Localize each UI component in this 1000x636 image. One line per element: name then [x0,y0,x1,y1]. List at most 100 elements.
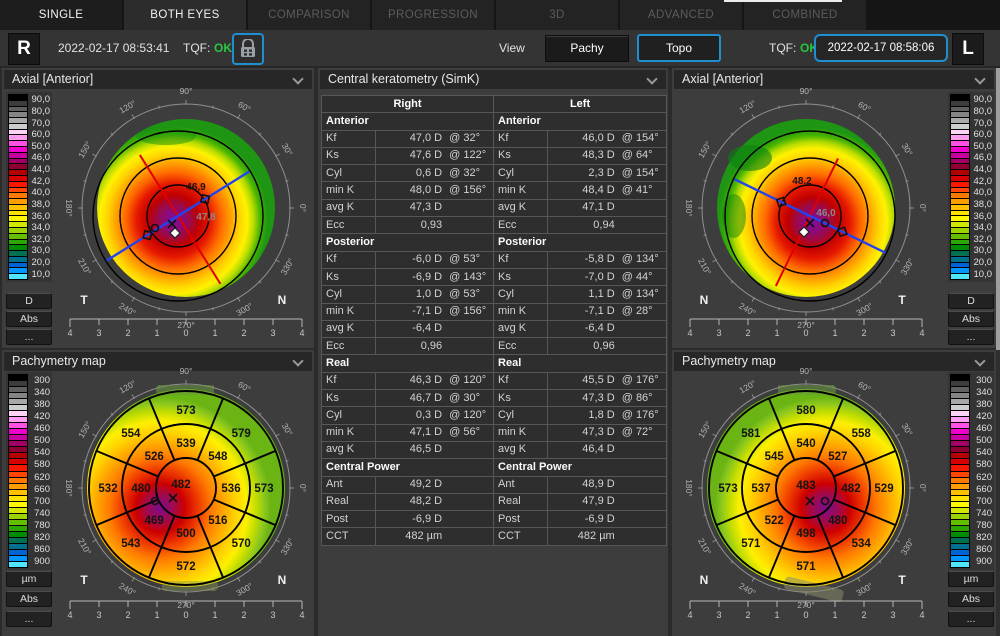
keratometry-select[interactable]: Central keratometry (SimK) [320,70,666,89]
unit-button[interactable]: D [6,293,52,309]
zone-value: 534 [852,538,872,550]
abs-button[interactable]: Abs [6,311,52,327]
tab-single[interactable]: SINGLE [0,0,122,30]
vertical-scrollbar[interactable] [996,68,1000,636]
pachy-view-button[interactable]: Pachy [545,35,629,62]
scale-label: 80,0 [970,106,992,118]
param-value: -7,1 D@ 156° [376,303,494,320]
param-value: 45,5 D@ 176° [548,372,667,389]
angle-label: 60° [856,99,872,114]
pachy-color-scale: 3003403804204605005405806206607007407808… [948,372,994,570]
param-label: Ant [494,476,548,493]
lock-button[interactable] [232,33,264,65]
ruler-label: 3 [890,328,895,336]
right-exam-datetime: 2022-02-17 08:53:41 [58,30,169,66]
left-exam-datetime-select[interactable]: 2022-02-17 08:58:06 [814,34,948,62]
param-value: 46,0 D@ 154° [548,130,667,147]
zone-value: 554 [121,428,141,440]
right-eye-button[interactable]: R [8,33,40,65]
param-value: 47,3 D@ 86° [548,390,667,407]
mm-ruler: 432101234 [687,319,924,336]
more-options-button[interactable]: ... [6,329,52,345]
param-label: Cyl [322,407,376,424]
scale-label: 420 [970,410,992,422]
more-options-button[interactable]: ... [948,611,994,627]
more-options-button[interactable]: ... [948,329,994,345]
zone-value: 580 [796,405,815,417]
param-label: Ks [494,147,548,164]
ruler-label: 4 [919,610,924,620]
axial-topography-map-right-eye: 90°60°30°0°330°300°270°240°210°180°150°1… [54,84,318,336]
angle-label: 180° [64,479,74,497]
chevron-down-icon [974,355,985,366]
scrollbar-thumb[interactable] [996,68,1000,350]
tab-3d[interactable]: 3D [496,0,618,30]
zone-value: 548 [208,451,228,463]
section-row: PosteriorPosterior [322,234,667,251]
scale-band [951,274,969,279]
section-header: Real [494,355,667,372]
scale-band [9,562,27,567]
abs-button[interactable]: Abs [948,311,994,327]
section-header: Central Power [322,459,494,476]
param-value: 1,1 D@ 134° [548,286,667,303]
scale-label: 300 [28,374,50,386]
scale-label: 860 [28,544,50,556]
more-options-button[interactable]: ... [6,611,52,627]
angle-label: 90° [180,86,193,96]
section-row: Central PowerCentral Power [322,459,667,476]
param-label: min K [322,424,376,441]
tqf-left-label: TQF: [769,30,796,66]
unit-button[interactable]: µm [948,571,994,587]
scale-label: 70,0 [970,117,992,129]
scale-label: 740 [28,507,50,519]
tab-advanced[interactable]: ADVANCED [620,0,742,30]
tab-bar: SINGLEBOTH EYESCOMPARISONPROGRESSION3DAD… [0,0,1000,30]
topo-view-button[interactable]: Topo [637,34,721,62]
zone-value: 522 [765,515,784,527]
scale-label: 20,0 [28,257,50,269]
param-value: -6,9 D [376,511,494,528]
zone-value: 570 [232,538,251,550]
zone-value: 573 [254,483,273,495]
angle-label: 120° [737,98,757,115]
lock-icon [239,39,257,59]
angle-label: 180° [64,199,74,217]
zone-value: 500 [176,528,195,540]
nasal-label: N [278,573,287,587]
param-value: 1,0 D@ 53° [376,286,494,303]
ruler-label: 4 [919,328,924,336]
scale-label: 70,0 [28,117,50,129]
scale-label: 32,0 [28,234,50,246]
abs-button[interactable]: Abs [6,591,52,607]
axial-topography-map-left-eye: 90°60°30°0°330°300°270°240°210°180°150°1… [674,84,938,336]
tab-both-eyes[interactable]: BOTH EYES [124,0,246,30]
param-value: 47,1 D@ 56° [376,424,494,441]
unit-button[interactable]: D [948,293,994,309]
table-row: avg K46,5 Davg K46,4 D [322,441,667,458]
param-label: avg K [494,320,548,337]
scale-label: 42,0 [970,175,992,187]
ruler-label: 1 [212,328,217,336]
param-label: Ks [494,268,548,285]
scale-label: 340 [28,386,50,398]
scale-label: 30,0 [28,245,50,257]
zone-value: 573 [718,483,737,495]
param-label: min K [494,182,548,199]
tab-combined[interactable]: COMBINED [744,0,866,30]
tab-comparison[interactable]: COMPARISON [248,0,370,30]
tab-progression[interactable]: PROGRESSION [372,0,494,30]
left-eye-button[interactable]: L [952,33,984,65]
mm-ruler: 432101234 [67,601,304,620]
zone-value: 537 [751,483,770,495]
table-row: Kf46,3 D@ 120°Kf45,5 D@ 176° [322,372,667,389]
unit-button[interactable]: µm [6,571,52,587]
temporal-label: T [80,293,88,307]
angle-label: 90° [800,86,813,96]
zone-value: 526 [145,451,164,463]
zone-value: 516 [208,515,227,527]
angle-label: 120° [737,378,757,395]
ruler-label: 3 [96,328,101,336]
abs-button[interactable]: Abs [948,591,994,607]
scale-label: 30,0 [970,245,992,257]
